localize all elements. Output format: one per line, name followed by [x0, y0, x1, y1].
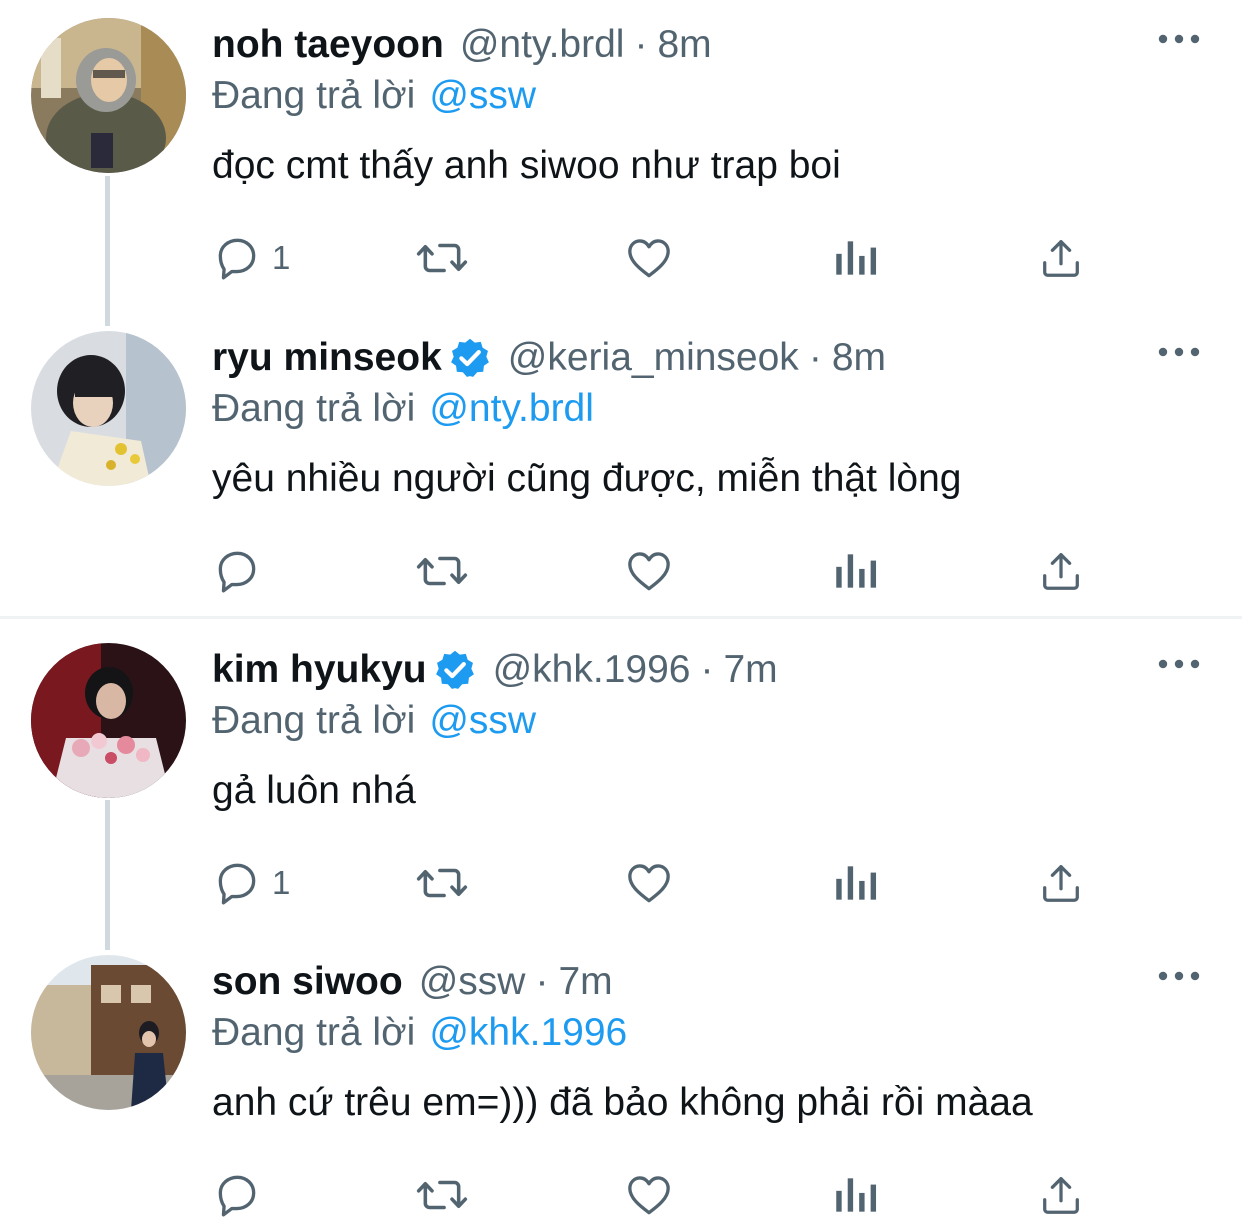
display-name[interactable]: ryu minseok — [212, 336, 442, 380]
more-options-icon[interactable] — [1158, 345, 1200, 359]
analytics-icon — [836, 866, 877, 900]
retweet-icon — [416, 868, 468, 898]
verified-badge-icon — [450, 338, 489, 377]
replying-to: Đang trả lời @khk.1996 — [212, 1011, 627, 1055]
display-name[interactable]: son siwoo — [212, 960, 403, 1004]
analytics-icon — [836, 554, 877, 588]
tweet[interactable]: noh taeyoon @nty.brdl · 8m Đang trả lời @… — [0, 0, 1242, 312]
retweet-button[interactable] — [414, 228, 470, 288]
display-name[interactable]: noh taeyoon — [212, 23, 444, 67]
reply-icon — [218, 863, 256, 905]
action-bar: 1 — [212, 228, 1112, 288]
retweet-icon — [416, 1180, 468, 1210]
avatar[interactable] — [31, 18, 186, 173]
separator-dot: · — [808, 336, 822, 379]
view-stats-button[interactable] — [832, 1165, 878, 1225]
replying-to-mention[interactable]: @ssw — [429, 74, 536, 117]
reply-button[interactable] — [212, 1165, 272, 1225]
replying-label: Đang trả lời — [212, 1011, 416, 1054]
reply-count: 1 — [272, 239, 291, 276]
share-icon — [1043, 1177, 1079, 1214]
retweet-button[interactable] — [414, 1165, 470, 1225]
replying-to: Đang trả lời @ssw — [212, 74, 536, 118]
separator-dot: · — [700, 648, 714, 691]
reply-count: 1 — [272, 864, 291, 901]
like-button[interactable] — [624, 853, 674, 913]
like-button[interactable] — [624, 541, 674, 601]
reply-icon — [218, 1175, 256, 1217]
display-name[interactable]: kim hyukyu — [212, 648, 427, 692]
share-button[interactable] — [1038, 541, 1084, 601]
avatar[interactable] — [31, 955, 186, 1110]
action-bar — [212, 1165, 1112, 1225]
view-stats-button[interactable] — [832, 853, 878, 913]
user-handle[interactable]: @ssw — [419, 960, 526, 1004]
replying-to: Đang trả lời @nty.brdl — [212, 387, 594, 431]
action-bar: 1 — [212, 853, 1112, 913]
user-handle[interactable]: @khk.1996 — [493, 648, 691, 692]
replying-to-mention[interactable]: @nty.brdl — [429, 387, 594, 430]
tweet-header: ryu minseok @keria_minseok · 8m — [212, 333, 886, 383]
share-button[interactable] — [1038, 853, 1084, 913]
replying-to: Đang trả lời @ssw — [212, 699, 536, 743]
avatar[interactable] — [31, 643, 186, 798]
reply-button[interactable]: 1 — [212, 228, 290, 288]
timestamp[interactable]: 8m — [832, 336, 886, 380]
reply-icon — [218, 238, 256, 280]
replying-to-mention[interactable]: @ssw — [429, 699, 536, 742]
divider — [0, 616, 1242, 619]
reply-button[interactable] — [212, 541, 272, 601]
like-button[interactable] — [624, 228, 674, 288]
verified-badge-icon — [435, 650, 474, 689]
tweet-header: kim hyukyu @khk.1996 · 7m — [212, 645, 778, 695]
replying-label: Đang trả lời — [212, 387, 416, 430]
more-options-icon[interactable] — [1158, 32, 1200, 46]
tweet[interactable]: kim hyukyu @khk.1996 · 7m Đang trả lời @s… — [0, 625, 1242, 937]
action-bar — [212, 541, 1112, 601]
retweet-button[interactable] — [414, 541, 470, 601]
reply-button[interactable]: 1 — [212, 853, 290, 913]
heart-icon — [628, 239, 670, 278]
replying-label: Đang trả lời — [212, 74, 416, 117]
replying-label: Đang trả lời — [212, 699, 416, 742]
tweet-header: son siwoo @ssw · 7m — [212, 957, 613, 1007]
more-options-icon[interactable] — [1158, 969, 1200, 983]
analytics-icon — [836, 1178, 877, 1212]
timestamp[interactable]: 7m — [558, 960, 612, 1004]
view-stats-button[interactable] — [832, 541, 878, 601]
tweet-text: yêu nhiều người cũng được, miễn thật lòn… — [212, 457, 962, 500]
tweet-text: đọc cmt thấy anh siwoo như trap boi — [212, 144, 841, 187]
share-icon — [1043, 240, 1079, 277]
heart-icon — [628, 864, 670, 903]
user-handle[interactable]: @nty.brdl — [460, 23, 625, 67]
more-options-icon[interactable] — [1158, 657, 1200, 671]
reply-icon — [218, 551, 256, 593]
separator-dot: · — [634, 23, 648, 66]
tweet[interactable]: ryu minseok @keria_minseok · 8m Đang trả… — [0, 313, 1242, 613]
user-handle[interactable]: @keria_minseok — [508, 336, 799, 380]
view-stats-button[interactable] — [832, 228, 878, 288]
timestamp[interactable]: 8m — [657, 23, 711, 67]
tweet-text: anh cứ trêu em=))) đã bảo không phải rồi… — [212, 1081, 1033, 1124]
like-button[interactable] — [624, 1165, 674, 1225]
share-button[interactable] — [1038, 1165, 1084, 1225]
tweet-header: noh taeyoon @nty.brdl · 8m — [212, 20, 712, 70]
separator-dot: · — [535, 960, 549, 1003]
heart-icon — [628, 552, 670, 591]
heart-icon — [628, 1176, 670, 1215]
retweet-button[interactable] — [414, 853, 470, 913]
analytics-icon — [836, 241, 877, 275]
share-button[interactable] — [1038, 228, 1084, 288]
tweet-text: gả luôn nhá — [212, 769, 416, 812]
replying-to-mention[interactable]: @khk.1996 — [429, 1011, 627, 1054]
share-icon — [1043, 865, 1079, 902]
avatar[interactable] — [31, 331, 186, 486]
tweet[interactable]: son siwoo @ssw · 7m Đang trả lời @khk.199… — [0, 937, 1242, 1222]
retweet-icon — [416, 556, 468, 586]
share-icon — [1043, 553, 1079, 590]
retweet-icon — [416, 243, 468, 273]
timestamp[interactable]: 7m — [723, 648, 777, 692]
